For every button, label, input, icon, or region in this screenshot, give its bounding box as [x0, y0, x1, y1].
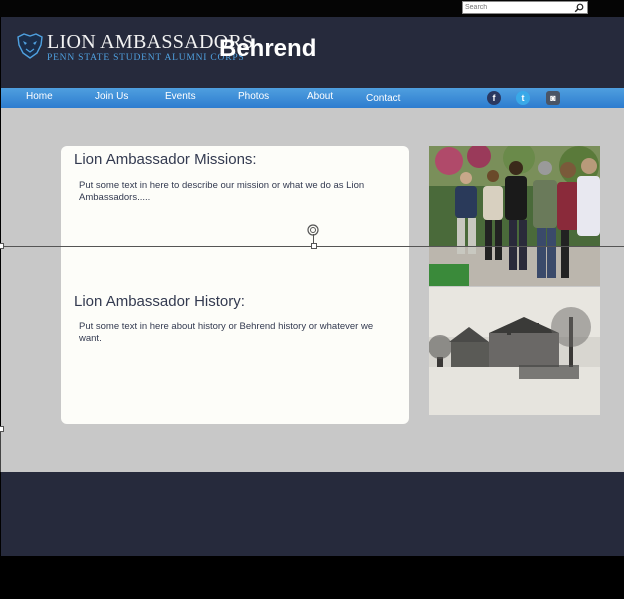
- historic-building-photo: [429, 287, 600, 415]
- brand-subtitle: PENN STATE STUDENT ALUMNI CORPS: [47, 53, 245, 63]
- page: LION AMBASSADORS PENN STATE STUDENT ALUM…: [0, 0, 624, 599]
- nav-events[interactable]: Events: [165, 91, 196, 102]
- page-bottom: [0, 556, 624, 599]
- search-box[interactable]: [462, 1, 588, 14]
- group-photo: [429, 146, 600, 286]
- info-card: Lion Ambassador Missions: Put some text …: [61, 146, 409, 424]
- nav-photos[interactable]: Photos: [238, 91, 269, 102]
- selection-edge-line: [0, 432, 1, 472]
- search-input[interactable]: [465, 2, 571, 13]
- top-bar: [0, 0, 624, 17]
- lion-logo-icon[interactable]: [15, 31, 45, 61]
- nav-home[interactable]: Home: [26, 91, 53, 102]
- rotate-icon[interactable]: [306, 223, 320, 237]
- twitter-icon[interactable]: t: [516, 91, 530, 105]
- history-heading: Lion Ambassador History:: [74, 293, 245, 310]
- facebook-icon[interactable]: f: [487, 91, 501, 105]
- mission-text: Put some text in here to describe our mi…: [79, 180, 365, 203]
- instagram-icon[interactable]: ◙: [546, 91, 560, 105]
- mission-heading: Lion Ambassador Missions:: [74, 151, 257, 168]
- campus-title: Behrend: [219, 35, 317, 62]
- selection-handle-left[interactable]: [0, 243, 4, 249]
- site-footer: [1, 472, 624, 556]
- nav-contact[interactable]: Contact: [366, 93, 400, 104]
- nav-join-us[interactable]: Join Us: [95, 91, 128, 102]
- selection-handle-center[interactable]: [311, 243, 317, 249]
- nav-about[interactable]: About: [307, 91, 333, 102]
- history-text: Put some text in here about history or B…: [79, 321, 374, 344]
- main-nav: Home Join Us Events Photos About Contact…: [1, 88, 624, 108]
- search-icon[interactable]: [574, 3, 584, 13]
- site-header: LION AMBASSADORS PENN STATE STUDENT ALUM…: [1, 17, 624, 88]
